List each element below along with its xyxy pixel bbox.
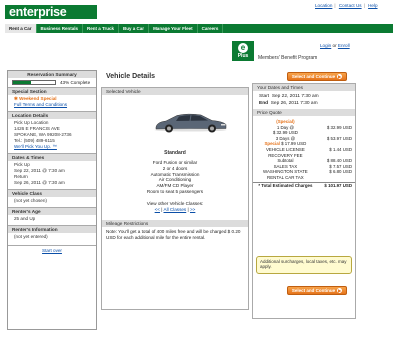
special-section: ✱ Weekend Special Full Terms and Conditi… <box>8 95 96 111</box>
selected-vehicle-header: Selected Vehicle <box>102 88 248 95</box>
progress-bar <box>12 80 56 85</box>
star-icon: ✱ <box>14 96 18 101</box>
location-link[interactable]: Location <box>315 3 332 8</box>
dates-header: Your Dates and Times <box>253 84 355 91</box>
vlrf-value: $ 1.44 USD <box>329 146 352 152</box>
all-classes-link[interactable]: All Classes <box>164 207 187 212</box>
login-links: Login or Enroll <box>320 43 350 48</box>
renter-age-value: 25 and Up <box>14 216 36 221</box>
nav-careers[interactable]: Careers <box>198 24 224 33</box>
return-value: Sep 26, 2011 @ 7:30 am <box>14 180 65 185</box>
terms-link[interactable]: Full Terms and Conditions <box>14 102 67 107</box>
wa-tax-value: $ 6.80 USD <box>329 169 352 175</box>
login-or: or <box>332 43 337 48</box>
main-nav: Rent a Car Business Rentals Rent a Truck… <box>5 24 393 33</box>
we-pick-you-up-link[interactable]: We'll Pick You Up. ™ <box>14 144 57 149</box>
start-label: Start <box>259 94 270 99</box>
total-label: * Total Estimated Charges <box>258 182 313 188</box>
price-quote-header: Price Quote <box>253 109 355 116</box>
dates-times: Pick Up Sep 22, 2011 @ 7:30 am Return Se… <box>8 161 96 189</box>
location-details: Pick Up Location 1426 E FRANCIS AVE SPOK… <box>8 119 96 153</box>
location-details-title: Location Details <box>8 111 96 119</box>
price-quote: (Special) 1 Day @ $ 32.99 USD $ 32.99 USD … <box>253 116 355 188</box>
progress-row: 43% Complete <box>8 78 96 87</box>
nav-buy-a-car[interactable]: Buy a Car <box>119 24 150 33</box>
mileage-note: Note: You'll get a total of 400 miles fr… <box>106 229 241 241</box>
login-link[interactable]: Login <box>320 43 331 48</box>
next-class-link[interactable]: >> <box>190 207 195 212</box>
additional-charges-note: Additional surcharges, local taxes, etc.… <box>256 256 352 274</box>
nav-manage-fleet[interactable]: Manage Your Fleet <box>149 24 198 33</box>
progress-fill <box>13 81 32 84</box>
nav-rent-a-truck[interactable]: Rent a Truck <box>83 24 120 33</box>
plus-logo-label: Plus <box>237 53 249 59</box>
vehicle-class-title: Vehicle Class <box>8 189 96 197</box>
continue-label: Select and Continue <box>291 288 336 293</box>
total-value: $ 101.97 USD <box>324 182 352 188</box>
day-rate-line: 1 Day @ $ 32.99 USD <box>272 124 298 136</box>
car-image <box>154 113 227 133</box>
start-over-row: Start over <box>8 245 96 253</box>
select-continue-button-bottom[interactable]: Select and Continue ▶ <box>287 286 347 295</box>
select-continue-button-top[interactable]: Select and Continue ▶ <box>287 72 347 81</box>
renter-info-title: Renter's Information <box>8 225 96 233</box>
vlrf-label: VEHICLE LICENSE RECOVERY FEE <box>265 146 305 158</box>
enroll-link[interactable]: Enroll <box>338 43 350 48</box>
members-title: Members' Benefit Program <box>258 55 318 61</box>
enterprise-plus-logo: e Plus <box>232 41 254 61</box>
contact-us-link[interactable]: Contact Us <box>339 3 362 8</box>
prev-class-link[interactable]: << <box>155 207 160 212</box>
plus-logo-letter: e <box>238 43 248 53</box>
day-total: $ 32.99 USD <box>326 124 352 130</box>
page-title: Vehicle Details <box>106 73 156 80</box>
wa-tax-label: WASHINGTON STATE RENTAL CAR TAX <box>263 169 308 180</box>
days-rate-line: 3 Days @ Special $ 17.99 USD <box>264 135 307 147</box>
nav-rent-a-car[interactable]: Rent a Car <box>5 24 37 33</box>
arrow-right-icon: ▶ <box>337 74 343 80</box>
nav-business-rentals[interactable]: Business Rentals <box>37 24 84 33</box>
vehicle-class-name: Standard <box>164 150 186 156</box>
vehicle-class-value: (not yet chosen) <box>14 198 47 203</box>
special-section-title: Special Section <box>8 87 96 95</box>
days-total: $ 53.97 USD <box>326 135 352 141</box>
mileage-restrictions-header: Mileage Restrictions <box>102 220 248 228</box>
reservation-summary: Reservation Summary 43% Complete Special… <box>7 70 97 330</box>
top-links: Location | Contact Us | Help <box>315 3 378 8</box>
price-panel: Your Dates and Times Start Sep 22, 2011 … <box>252 83 356 319</box>
vehicle-features: Ford Fusion or similar 2 or 4 doors Auto… <box>102 160 248 195</box>
renter-age-title: Renter's Age <box>8 207 96 215</box>
start-over-link[interactable]: Start over <box>42 248 62 253</box>
dates-box: Start Sep 22, 2011 7:30 am End Sep 26, 2… <box>253 91 355 109</box>
end-label: End <box>259 101 269 106</box>
summary-title: Reservation Summary <box>8 71 96 78</box>
dates-times-title: Dates & Times <box>8 153 96 161</box>
progress-text: 43% Complete <box>60 80 91 85</box>
weekend-special-link[interactable]: Weekend Special <box>19 96 56 101</box>
enterprise-logo[interactable]: enterprise <box>5 5 97 19</box>
start-value: Sep 22, 2011 7:30 am <box>271 94 319 99</box>
arrow-right-icon: ▶ <box>337 288 343 294</box>
renter-info-value: (not yet entered) <box>14 234 48 239</box>
vehicle-class-nav: View other Vehicle Classes: << | All Cla… <box>102 201 248 213</box>
continue-label: Select and Continue <box>291 74 336 79</box>
end-value: Sep 26, 2011 7:30 am <box>270 101 318 106</box>
feature-item: Room to seat 5 passengers <box>146 188 204 194</box>
help-link[interactable]: Help <box>368 3 377 8</box>
